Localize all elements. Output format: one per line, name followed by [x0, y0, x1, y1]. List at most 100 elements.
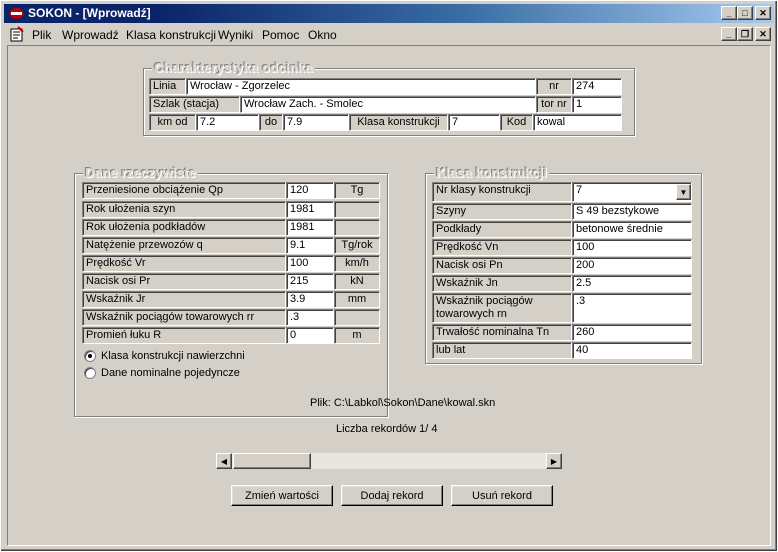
dane-row-unit: mm	[334, 291, 380, 308]
radio-dane-indicator[interactable]	[84, 367, 96, 379]
file-path-text: Plik: C:\Labkol\Sokon\Dane\kowal.skn	[310, 397, 496, 409]
szlak-field[interactable]: Wrocław Zach. - Smolec	[240, 96, 536, 113]
dane-row-label: Rok ułożenia podkładów	[82, 219, 286, 236]
title-bar[interactable]: SOKON - [Wprowadź] _ □ ✕	[4, 4, 774, 23]
doc-minimize-button[interactable]: _	[721, 27, 737, 41]
dane-group: Dane rzeczywiste Przeniesione obciążenie…	[74, 165, 388, 417]
add-record-button[interactable]: Dodaj rekord	[341, 485, 443, 506]
dane-row-label: Wskaźnik Jr	[82, 291, 286, 308]
dane-row-label: Promień łuku R	[82, 327, 286, 344]
scroll-thumb[interactable]	[233, 453, 311, 469]
radio-klasa-label: Klasa konstrukcji nawierzchni	[101, 350, 245, 362]
main-window: SOKON - [Wprowadź] _ □ ✕ Plik Wprowadź K…	[0, 0, 778, 552]
dane-row-value[interactable]: 120	[286, 182, 334, 199]
dane-title: Dane rzeczywiste	[83, 165, 198, 180]
menu-pomoc[interactable]: Pomoc	[262, 28, 299, 42]
records-count-text: Liczba rekordów 1/ 4	[336, 423, 438, 435]
klasa-title: Klasa konstrukcji	[434, 165, 550, 180]
klasa-row-value[interactable]: 2.5	[572, 275, 692, 292]
klasa-row-label: Wskaźnik Jn	[432, 275, 572, 292]
dane-row-unit: m	[334, 327, 380, 344]
klasa-row-value[interactable]: 200	[572, 257, 692, 274]
doc-restore-button[interactable]: ❐	[737, 27, 753, 41]
do-field[interactable]: 7.9	[283, 114, 349, 131]
dane-row-value[interactable]: .3	[286, 309, 334, 326]
klasa-row-label: Wskaźnik pociągów towarowych rn	[432, 293, 572, 323]
minimize-button[interactable]: _	[721, 6, 737, 20]
nr-field[interactable]: 274	[572, 78, 622, 95]
klasa-label: Klasa konstrukcji	[349, 114, 448, 131]
dane-row-value[interactable]: 100	[286, 255, 334, 272]
doc-close-button[interactable]: ✕	[755, 27, 771, 41]
dane-row-unit: km/h	[334, 255, 380, 272]
linia-label: Linia	[149, 78, 186, 95]
scroll-left-button[interactable]: ◀	[216, 453, 232, 469]
klasa-row-label: lub lat	[432, 342, 572, 359]
linia-field[interactable]: Wrocław - Zgorzelec	[186, 78, 536, 95]
dane-row-label: Natężenie przewozów q	[82, 237, 286, 254]
klasa-row-value[interactable]: 40	[572, 342, 692, 359]
dane-row-label: Prędkość Vr	[82, 255, 286, 272]
delete-record-button[interactable]: Usuń rekord	[451, 485, 553, 506]
dane-row-unit	[334, 219, 380, 236]
klasa-row-label: Nr klasy konstrukcji	[432, 182, 572, 202]
radio-dane[interactable]: Dane nominalne pojedyncze	[84, 367, 240, 379]
klasa-row-value[interactable]: 260	[572, 324, 692, 341]
kmod-label: km od	[149, 114, 196, 131]
window-title: SOKON - [Wprowadź]	[28, 6, 151, 20]
kmod-field[interactable]: 7.2	[196, 114, 259, 131]
do-label: do	[259, 114, 283, 131]
radio-klasa-indicator[interactable]	[84, 350, 96, 362]
tornr-field[interactable]: 1	[572, 96, 622, 113]
records-scrollbar[interactable]: ◀ ▶	[215, 452, 563, 470]
change-values-button[interactable]: Zmień wartości	[231, 485, 333, 506]
tornr-label: tor nr	[536, 96, 572, 113]
klasa-group: Klasa konstrukcji Nr klasy konstrukcji 7 ▼…	[425, 165, 702, 364]
dane-row-unit: Tg	[334, 182, 380, 199]
szlak-label: Szlak (stacja)	[149, 96, 240, 113]
maximize-button[interactable]: □	[737, 6, 753, 20]
klasa-row-value[interactable]: S 49 bezstykowe	[572, 203, 692, 220]
document-icon[interactable]	[9, 26, 25, 42]
nr-label: nr	[536, 78, 572, 95]
client-area: Charakterystyka odcinka Linia Wrocław - …	[7, 45, 771, 546]
dane-row-value[interactable]: 1981	[286, 201, 334, 218]
menu-wyniki[interactable]: Wyniki	[218, 28, 253, 42]
menu-plik[interactable]: Plik	[32, 28, 51, 42]
charakterystyka-group: Charakterystyka odcinka Linia Wrocław - …	[143, 60, 635, 136]
klasa-row-value[interactable]: 100	[572, 239, 692, 256]
menu-okno[interactable]: Okno	[308, 28, 337, 42]
close-button[interactable]: ✕	[755, 6, 771, 20]
klasa-row-label: Nacisk osi Pn	[432, 257, 572, 274]
klasa-row-label: Prędkość Vn	[432, 239, 572, 256]
scroll-right-button[interactable]: ▶	[546, 453, 562, 469]
dane-row-value[interactable]: 215	[286, 273, 334, 290]
klasa-row-value[interactable]: .3	[572, 293, 692, 323]
kod-field[interactable]: kowal	[533, 114, 622, 131]
dane-row-value[interactable]: 9.1	[286, 237, 334, 254]
klasa-row-label: Trwałość nominalna Tn	[432, 324, 572, 341]
radio-klasa[interactable]: Klasa konstrukcji nawierzchni	[84, 350, 245, 362]
kod-label: Kod	[500, 114, 533, 131]
dane-row-label: Nacisk osi Pr	[82, 273, 286, 290]
dane-row-unit: kN	[334, 273, 380, 290]
dane-row-value[interactable]: 1981	[286, 219, 334, 236]
klasa-row-label: Podkłady	[432, 221, 572, 238]
klasa-field[interactable]: 7	[448, 114, 500, 131]
dane-row-label: Rok ułożenia szyn	[82, 201, 286, 218]
klasa-nr-dropdown[interactable]: 7	[572, 182, 692, 202]
dane-row-label: Wskaźnik pociągów towarowych rr	[82, 309, 286, 326]
menu-wprowadz[interactable]: Wprowadź	[62, 28, 119, 42]
dane-row-value[interactable]: 3.9	[286, 291, 334, 308]
dropdown-arrow-icon[interactable]: ▼	[676, 184, 691, 200]
dane-row-value[interactable]: 0	[286, 327, 334, 344]
klasa-row-value[interactable]: betonowe średnie	[572, 221, 692, 238]
dane-row-unit	[334, 201, 380, 218]
charakterystyka-title: Charakterystyka odcinka	[152, 60, 315, 75]
dane-row-label: Przeniesione obciążenie Qp	[82, 182, 286, 199]
klasa-row-label: Szyny	[432, 203, 572, 220]
app-icon	[9, 8, 24, 19]
menu-klasa-konstrukcji[interactable]: Klasa konstrukcji	[126, 28, 216, 42]
dane-row-unit	[334, 309, 380, 326]
menu-bar: Plik Wprowadź Klasa konstrukcji Wyniki P…	[4, 25, 774, 44]
